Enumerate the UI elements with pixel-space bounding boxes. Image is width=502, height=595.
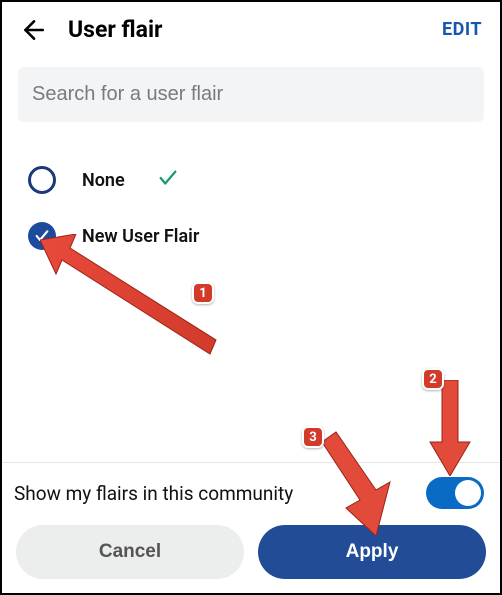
checkmark-icon: [157, 167, 179, 193]
annotation-badge-2: 2: [422, 368, 444, 390]
cancel-button[interactable]: Cancel: [16, 525, 244, 579]
radio-unselected-icon: [28, 166, 56, 194]
button-row: Cancel Apply: [2, 521, 500, 593]
show-flairs-row: Show my flairs in this community: [2, 463, 500, 521]
back-arrow-icon[interactable]: [20, 17, 46, 43]
flair-option-new-user-flair[interactable]: New User Flair: [18, 208, 484, 264]
radio-selected-icon: [28, 222, 56, 250]
show-flairs-label: Show my flairs in this community: [14, 482, 426, 505]
flair-option-none[interactable]: None: [18, 152, 484, 208]
apply-button[interactable]: Apply: [258, 525, 486, 579]
header-bar: User flair EDIT: [2, 2, 500, 57]
flair-options-list: None New User Flair: [2, 128, 500, 264]
search-container: [2, 57, 500, 128]
search-input[interactable]: [18, 67, 484, 122]
annotation-badge-1: 1: [192, 282, 214, 304]
show-flairs-toggle[interactable]: [426, 477, 484, 509]
toggle-knob: [455, 480, 481, 506]
flair-option-label: New User Flair: [82, 226, 199, 247]
edit-button[interactable]: EDIT: [442, 19, 482, 40]
bottom-panel: Show my flairs in this community Cancel …: [2, 462, 500, 593]
page-title: User flair: [68, 16, 442, 43]
flair-option-label: None: [82, 170, 125, 191]
annotation-badge-3: 3: [302, 426, 324, 448]
